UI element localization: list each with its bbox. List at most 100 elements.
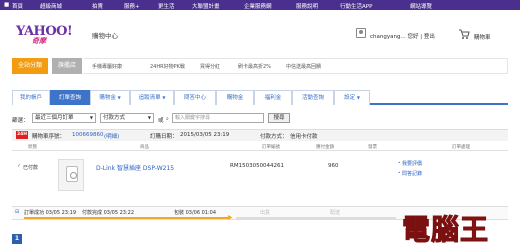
tab-label: 追蹤清單 [138,95,161,101]
col-status: 狀態 [28,145,37,150]
col-amount: 應付金額 [316,145,334,150]
order-date-label: 訂購日期： [150,134,178,140]
timeline-step-delivered: 配送 [330,210,341,216]
tab-label: 購物金 [226,95,244,101]
col-product: 商品 [140,145,149,150]
timeline-step-packed: 包裝 03/06 01:04 [174,209,216,216]
promo-link-24hr[interactable]: 24HR好物PK戰 [150,63,185,70]
order-no-label: 購物車序號： [32,134,66,140]
payment-method-select[interactable]: 付款方式 ▼ [100,113,154,123]
qa-record-link[interactable]: 問答記錄 [402,170,422,177]
tab-label: 我的帳戶 [19,95,42,101]
chevron-down-icon: ▼ [162,95,166,100]
order-no-link[interactable]: 100669860 [72,132,104,138]
user-avatar-icon[interactable] [356,28,366,38]
search-button[interactable]: 搜尋 [268,113,290,123]
promo-link-card[interactable]: 刷卡最高折2% [238,63,271,70]
promo-link-dividend[interactable]: 買得分紅 [200,63,220,70]
user-greeting: changyang... 您好 | 登出 [370,32,435,40]
chevron-down-icon: ▼ [147,115,151,120]
tab-label: 購物金 [99,95,116,101]
review-link[interactable]: 我要評價 [402,160,422,167]
cart-label[interactable]: 購物車 [474,33,491,41]
search-input[interactable]: 輸入關鍵字搜尋 [172,113,264,123]
logo-subtext: 奇摩 [32,37,46,45]
chevron-down-icon: ▼ [356,95,360,100]
chevron-down-icon: ▼ [89,115,93,120]
top-nav-business[interactable]: 企業服務網 [244,2,272,10]
tab-label: 活動查詢 [301,95,324,101]
cart-icon[interactable] [458,28,470,40]
step-label: 訂單成功 [24,210,45,216]
top-nav-services[interactable]: 服務+ [124,2,140,10]
timeline-step-paid: 付款完成 03/05 23:22 [82,209,134,216]
date-range-value: 最近三個月訂單 [35,115,74,121]
tab-shopping-credit[interactable]: 購物金 ▼ [90,90,130,105]
top-nav-league[interactable]: 大聯盟計畫 [192,2,220,10]
tab-shopping-money[interactable]: 購物金 [216,90,254,105]
logout-link[interactable]: 登出 [424,34,435,40]
watermark-logo: 電腦王 [401,208,518,248]
top-nav-auction[interactable]: 拍賣 [92,2,103,10]
payment-method-value: 付款方式 [103,115,126,121]
top-nav-home[interactable]: 首頁 [12,2,23,10]
date-range-select[interactable]: 最近三個月訂單 ▼ [32,113,96,123]
home-icon[interactable]: ■ [4,2,9,8]
tab-my-account[interactable]: 我的帳戶 [12,90,50,105]
order-date: 2015/03/05 23:19 [180,132,230,138]
bullet-icon: • [398,170,401,175]
page-button-current[interactable]: 1 [12,234,22,244]
step-time: 03/05 23:22 [103,210,135,216]
all-categories-button[interactable]: 全站分類 [12,58,48,74]
tab-settings[interactable]: 設定 ▼ [334,90,370,105]
tab-label: 訂單查詢 [58,95,81,101]
top-nav-bar: ■ 首頁 超級商城 拍賣 服務+ 更生活 大聯盟計畫 企業服務網 服務說明 行動… [0,0,520,10]
order-status: 已付款 [23,165,39,171]
order-detail-link[interactable]: (明細) [104,132,119,140]
top-nav-life[interactable]: 更生活 [158,2,175,10]
tab-watch-list[interactable]: 追蹤清單 ▼ [130,90,174,105]
promo-link-ctbc[interactable]: 中信送最高回饋 [286,63,321,70]
welcome-text: 您好 [407,34,419,40]
watermark-text: 電腦王 [401,213,490,247]
arrow-right-icon: ▶ [228,214,233,221]
order-amount: 960 [328,163,339,169]
payment-label: 付款方式： [260,134,288,140]
timeline-step-ordered: 訂單成功 03/05 23:19 [24,209,76,216]
order-id: RM1503050044261 [230,163,285,169]
chevron-down-icon: ▼ [117,95,121,100]
tab-activity[interactable]: 活動查詢 [292,90,334,105]
tab-qa-center[interactable]: 問答中心 [174,90,216,105]
tab-order-query[interactable]: 訂單查詢 [50,90,90,105]
tab-welfare[interactable]: 福利金 [254,90,292,105]
payment-method: 信用卡付款 [290,134,318,140]
tab-label: 設定 [344,95,356,101]
or-label: 或 [158,118,164,124]
step-time: 03/05 23:19 [45,210,77,216]
tab-label: 福利金 [264,95,282,101]
timeline-step-shipped: 出貨 [260,210,271,216]
site-name: 購物中心 [92,32,118,40]
promo-link-mobile[interactable]: 手機專屬好康 [92,63,122,70]
product-image[interactable] [58,159,84,191]
top-nav-mall[interactable]: 超級商城 [40,2,62,10]
flagship-store-button[interactable]: 旗艦店 [52,58,82,74]
col-processing: 訂單處理 [452,145,470,150]
expand-icon[interactable]: ⊟ [15,209,19,215]
check-icon: ✓ [17,163,22,169]
col-order-id: 訂單編號 [262,145,280,150]
tab-label: 問答中心 [183,95,206,101]
yahoo-logo[interactable]: YAHOO! 奇摩 [16,24,76,45]
order-table-header [12,143,508,151]
product-name-link[interactable]: D-Link 智慧插座 DSP-W215 [96,163,174,172]
top-nav-sitemap[interactable]: 網站導覽 [410,2,432,10]
top-nav-app[interactable]: 行動生活APP [340,2,372,10]
search-icon: ⌕ [166,116,169,122]
timeline-remaining-bar [236,217,396,219]
col-invoice: 發票 [368,145,377,150]
step-label: 付款完成 [82,210,103,216]
top-nav-help[interactable]: 服務說明 [296,2,318,10]
step-label: 包裝 [174,210,185,216]
username[interactable]: changyang... [370,34,406,40]
24h-badge: 24H [16,131,28,139]
